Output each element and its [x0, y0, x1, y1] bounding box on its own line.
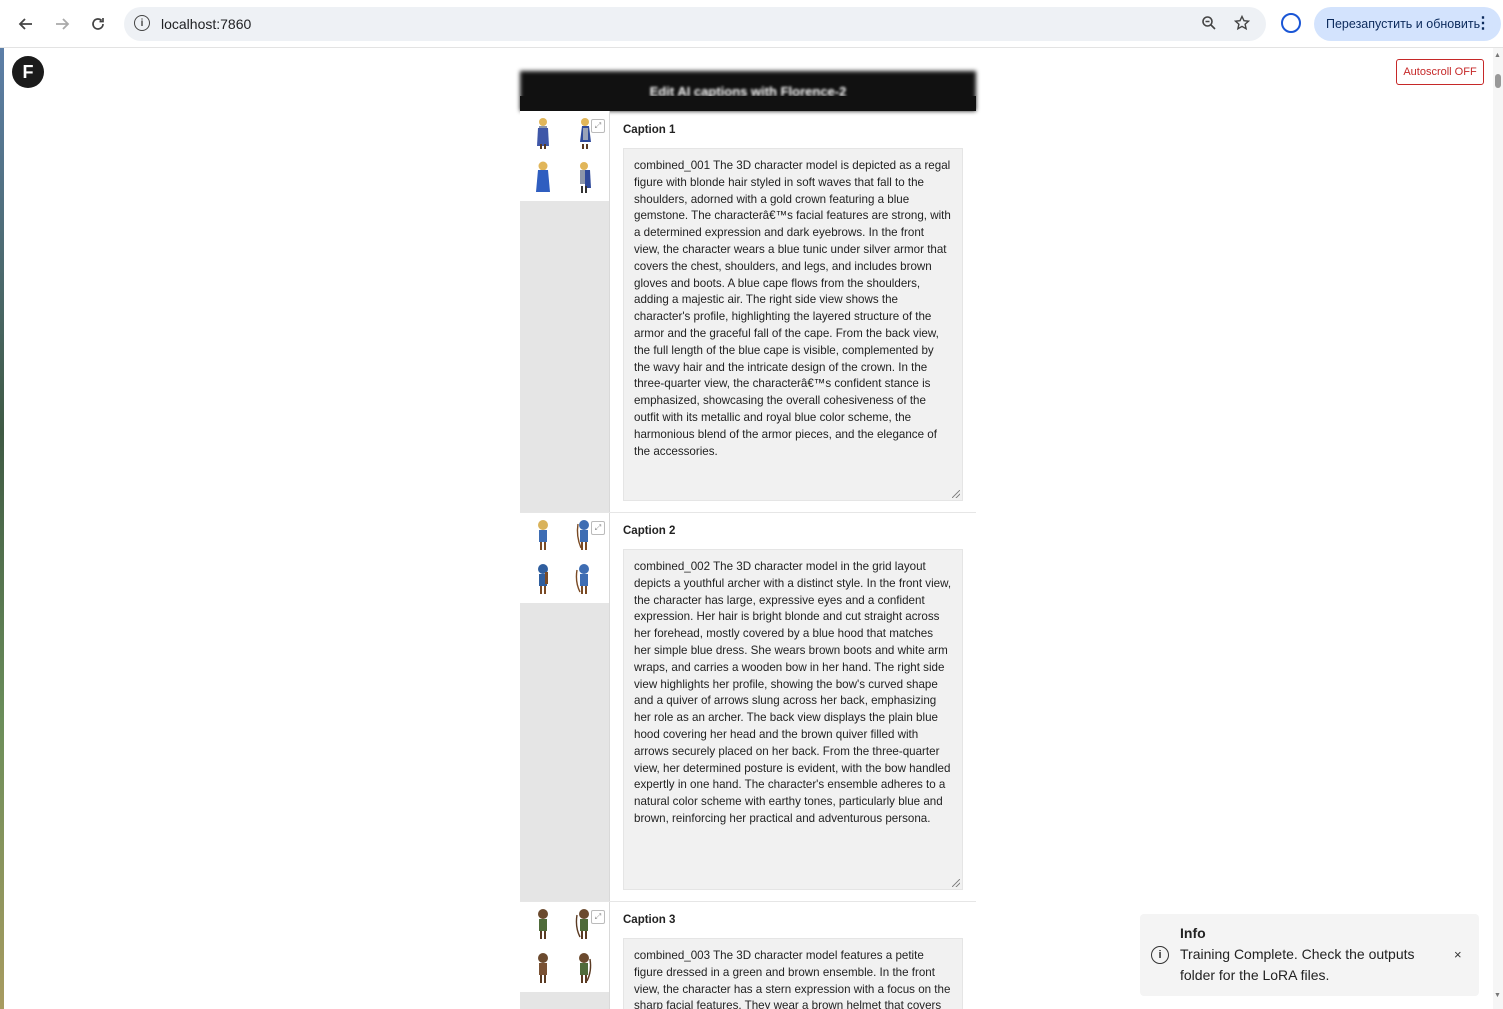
site-info-icon[interactable]: i — [134, 15, 150, 31]
caption-text: combined_003 The 3D character model feat… — [634, 949, 951, 1009]
thumbnail-column: ⤢ — [520, 902, 610, 1009]
resize-handle-icon[interactable] — [952, 879, 960, 887]
character-figure-front — [534, 116, 552, 150]
caption-text: combined_001 The 3D character model is d… — [634, 159, 951, 458]
caption-label: Caption 2 — [623, 525, 676, 537]
expand-icon[interactable]: ⤢ — [591, 521, 605, 535]
scroll-up-arrow-icon[interactable]: ▲ — [1494, 52, 1501, 59]
browser-toolbar: i localhost:7860 Перезапустить и обновит… — [0, 0, 1503, 48]
app-logo: F — [12, 56, 44, 88]
kebab-menu-icon[interactable]: ⋮ — [1475, 13, 1491, 33]
caption-row-3: ⤢ Caption 3 combined_003 The 3D characte… — [520, 902, 976, 1009]
character-thumbnail-grid[interactable]: ⤢ — [520, 902, 609, 992]
relaunch-button[interactable]: Перезапустить и обновить ⋮ — [1314, 7, 1501, 41]
caption-label: Caption 3 — [623, 914, 676, 926]
character-thumbnail-grid[interactable]: ⤢ — [520, 111, 609, 201]
caption-textarea[interactable]: combined_003 The 3D character model feat… — [623, 938, 963, 1009]
character-figure-three-quarter — [575, 951, 593, 985]
section-header-bar — [520, 96, 976, 111]
url-text[interactable]: localhost:7860 — [161, 16, 251, 32]
forward-arrow-icon[interactable] — [50, 12, 74, 36]
close-icon[interactable]: × — [1454, 947, 1462, 962]
character-figure-front — [534, 907, 552, 941]
character-figure-back — [534, 562, 552, 596]
zoom-icon[interactable] — [1201, 15, 1217, 36]
page-scrollbar[interactable]: ▲ ▼ — [1493, 48, 1503, 1009]
back-arrow-icon[interactable] — [14, 12, 38, 36]
caption-row-1: ⤢ Caption 1 combined_001 The 3D characte… — [520, 111, 976, 512]
desktop-edge — [0, 48, 4, 1009]
autoscroll-toggle[interactable]: Autoscroll OFF — [1396, 59, 1484, 85]
address-bar[interactable]: i localhost:7860 — [124, 7, 1266, 41]
character-thumbnail-grid[interactable]: ⤢ — [520, 513, 609, 603]
thumbnail-column: ⤢ — [520, 513, 610, 901]
relaunch-label: Перезапустить и обновить — [1326, 17, 1481, 31]
character-figure-front — [534, 518, 552, 552]
scrollbar-thumb[interactable] — [1495, 74, 1501, 88]
info-icon: i — [1151, 946, 1169, 964]
resize-handle-icon[interactable] — [952, 490, 960, 498]
thumbnail-column: ⤢ — [520, 111, 610, 512]
caption-text: combined_002 The 3D character model in t… — [634, 560, 952, 825]
character-figure-back — [534, 160, 552, 194]
toast-title: Info — [1180, 925, 1206, 941]
expand-icon[interactable]: ⤢ — [591, 119, 605, 133]
expand-icon[interactable]: ⤢ — [591, 910, 605, 924]
star-icon[interactable] — [1233, 14, 1251, 36]
profile-icon[interactable] — [1281, 13, 1301, 33]
caption-row-2: ⤢ Caption 2 combined_002 The 3D characte… — [520, 513, 976, 901]
info-toast: i Info Training Complete. Check the outp… — [1140, 914, 1479, 996]
toast-message: Training Complete. Check the outputs fol… — [1180, 946, 1415, 983]
character-figure-back — [534, 951, 552, 985]
caption-textarea[interactable]: combined_001 The 3D character model is d… — [623, 148, 963, 501]
caption-label: Caption 1 — [623, 124, 676, 136]
caption-textarea[interactable]: combined_002 The 3D character model in t… — [623, 549, 963, 890]
scroll-down-arrow-icon[interactable]: ▼ — [1494, 992, 1501, 999]
reload-icon[interactable] — [86, 12, 110, 36]
character-figure-three-quarter — [575, 562, 593, 596]
character-figure-three-quarter — [575, 160, 593, 194]
logo-letter: F — [22, 61, 34, 82]
